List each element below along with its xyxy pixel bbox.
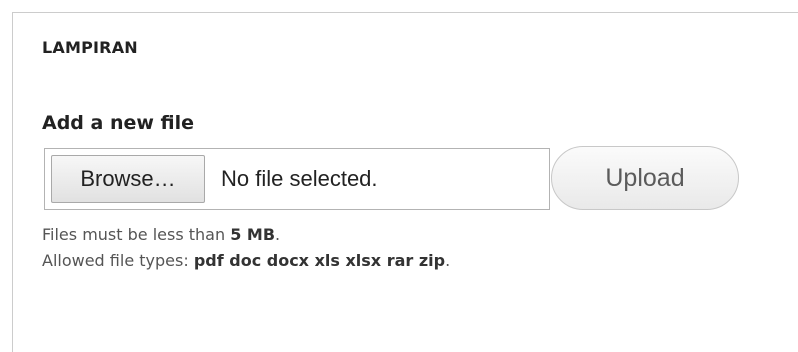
size-limit-value: 5 MB	[230, 225, 276, 244]
size-limit-line: Files must be less than 5 MB.	[42, 222, 450, 248]
add-file-label: Add a new file	[42, 112, 195, 134]
allowed-types-suffix: .	[445, 251, 451, 270]
allowed-types-line: Allowed file types: pdf doc docx xls xls…	[42, 248, 450, 274]
fieldset-legend: LAMPIRAN	[42, 38, 138, 57]
file-description: Files must be less than 5 MB. Allowed fi…	[42, 222, 450, 274]
allowed-types-value: pdf doc docx xls xlsx rar zip	[193, 251, 446, 270]
allowed-types-prefix: Allowed file types:	[42, 251, 194, 270]
upload-button[interactable]: Upload	[551, 146, 739, 210]
file-status-text: No file selected.	[221, 166, 378, 191]
file-input[interactable]: Browse… No file selected.	[44, 148, 550, 210]
browse-button[interactable]: Browse…	[51, 155, 205, 203]
size-limit-suffix: .	[275, 225, 281, 244]
size-limit-prefix: Files must be less than	[42, 225, 231, 244]
